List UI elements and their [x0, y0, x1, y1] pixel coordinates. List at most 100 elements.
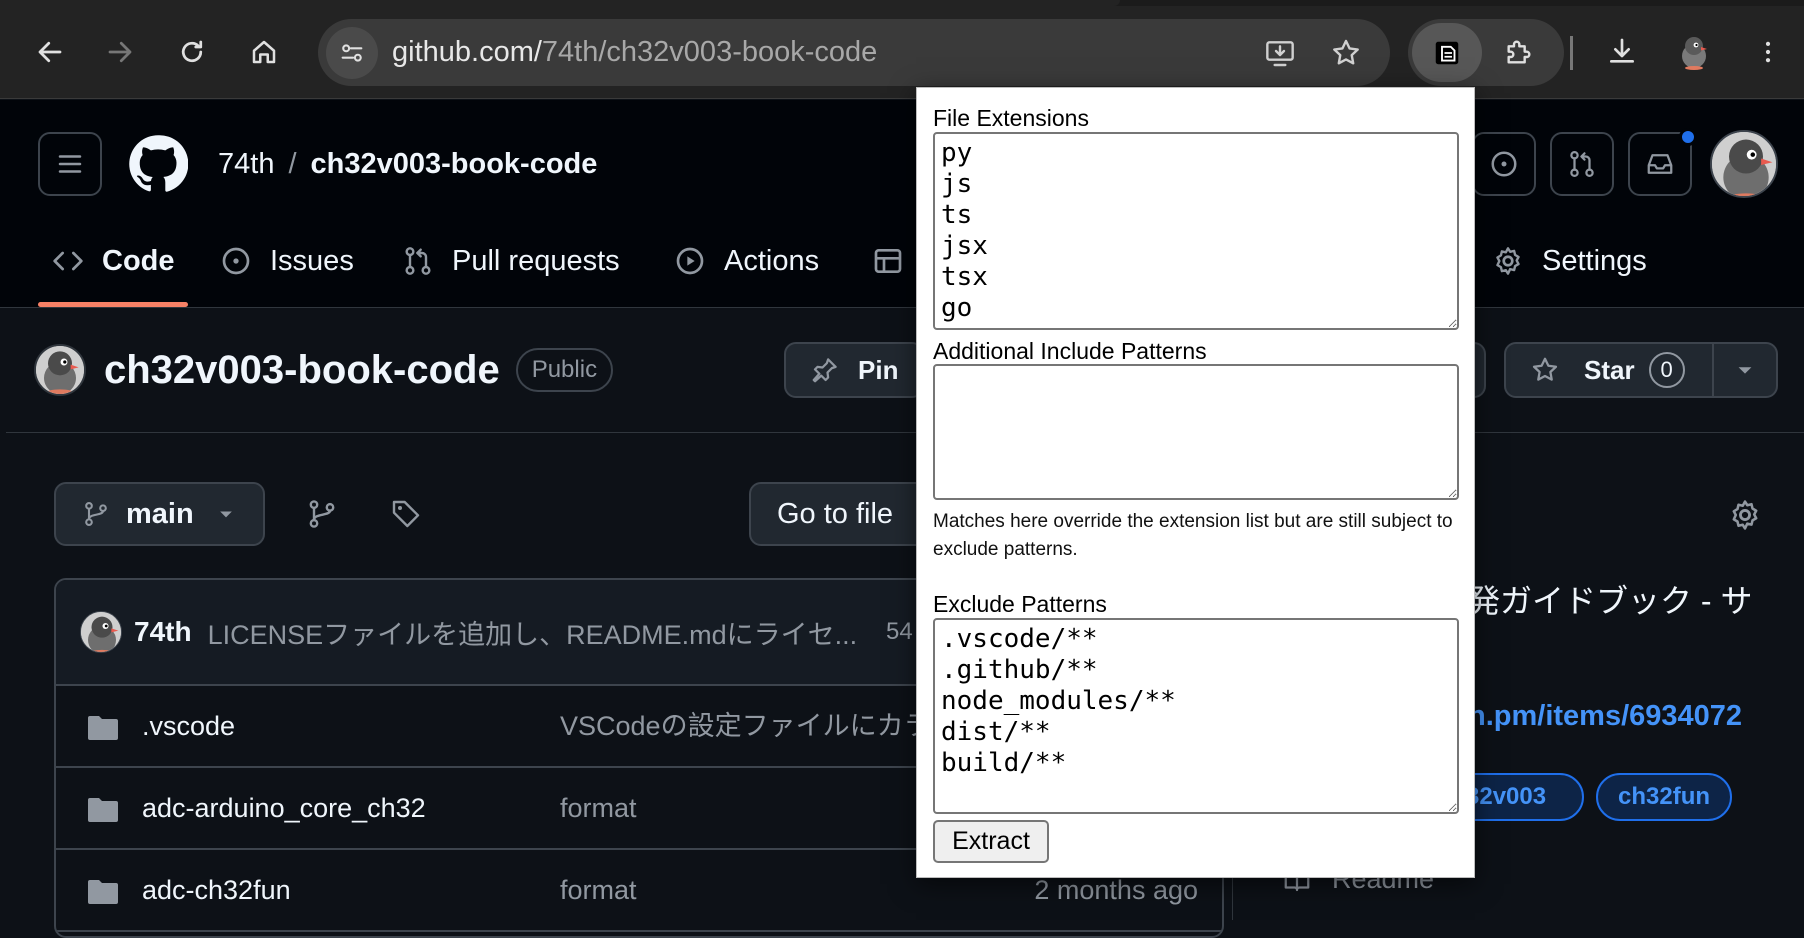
breadcrumb-repo[interactable]: ch32v003-book-code [311, 148, 598, 180]
extension-icon [1435, 41, 1459, 64]
file-extensions-label: File Extensions [933, 105, 1089, 131]
caret-down-icon [219, 511, 232, 518]
forward-button[interactable] [92, 24, 148, 80]
tab-issues-label: Issues [270, 244, 354, 277]
url-path: 74th/ch32v003-book-code [541, 36, 878, 68]
breadcrumb-owner[interactable]: 74th [218, 148, 274, 180]
tab-issues[interactable]: Issues [220, 240, 354, 282]
branch-name: main [126, 497, 194, 530]
hamburger-menu-button[interactable] [38, 132, 102, 196]
tab-settings-label: Settings [1542, 244, 1647, 277]
pull-request-icon [405, 247, 431, 275]
avatar-bird-icon [81, 612, 121, 652]
profile-button[interactable] [1666, 24, 1722, 80]
extensions-menu-button[interactable] [1490, 25, 1546, 81]
gear-icon [1732, 500, 1758, 530]
commit-author-avatar[interactable] [80, 611, 122, 653]
tags-link[interactable] [390, 498, 422, 530]
reload-button[interactable] [164, 24, 220, 80]
topic-tag[interactable]: ch32fun [1596, 773, 1733, 821]
file-name[interactable]: adc-ch32fun [142, 850, 291, 930]
reload-icon [181, 40, 203, 63]
address-bar[interactable]: github.com/74th/ch32v003-book-code [318, 19, 1390, 86]
star-dropdown-button[interactable] [1712, 342, 1778, 398]
avatar-bird-icon [36, 346, 84, 394]
site-info-icon [341, 44, 363, 62]
active-extension-button[interactable] [1412, 23, 1482, 82]
bookmark-button[interactable] [1318, 25, 1374, 81]
more-menu-button[interactable] [1740, 24, 1796, 80]
copilot-issues-button[interactable] [1472, 132, 1536, 196]
active-tab-underline [38, 302, 188, 307]
tag-icon [392, 500, 420, 528]
tab-actions[interactable]: Actions [674, 240, 819, 282]
browser-toolbar: github.com/74th/ch32v003-book-code [0, 0, 1804, 99]
file-name[interactable]: adc-arduino_core_ch32 [142, 768, 426, 848]
extract-button[interactable]: Extract [933, 820, 1049, 863]
user-avatar[interactable] [1710, 130, 1778, 198]
url-text[interactable]: github.com/74th/ch32v003-book-code [392, 19, 877, 86]
back-icon [38, 41, 62, 63]
about-description: 発ガイドブック - サ [1468, 583, 1753, 619]
pull-request-icon [1570, 151, 1594, 177]
branch-icon [85, 501, 107, 527]
file-commit-message[interactable]: VSCodeの設定ファイルにカラ [560, 686, 931, 766]
install-app-icon [1266, 41, 1294, 67]
tab-code[interactable]: Code [52, 240, 175, 282]
visibility-badge: Public [515, 348, 614, 392]
github-logo[interactable] [128, 134, 188, 194]
commit-message[interactable]: LICENSEファイルを追加し、README.mdにライセ... [208, 613, 858, 652]
extension-popup: File Extensions Additional Include Patte… [916, 87, 1475, 878]
forward-icon [108, 41, 132, 63]
table-icon [874, 249, 902, 273]
branch-select[interactable]: main [54, 482, 265, 546]
pin-icon [812, 358, 837, 383]
commit-author[interactable]: 74th [134, 616, 192, 648]
about-website-link[interactable]: n.pm/items/6934072 [1468, 700, 1742, 733]
header-divider [6, 432, 1804, 433]
pin-label: Pin [858, 354, 899, 385]
go-to-file-button[interactable]: Go to file [749, 482, 929, 546]
issue-icon [1491, 151, 1517, 177]
extension-group [1408, 19, 1564, 86]
repo-name[interactable]: ch32v003-book-code [104, 348, 500, 393]
gear-icon [1496, 247, 1520, 275]
caret-down-icon [1738, 367, 1752, 374]
github-octocat-icon [129, 135, 188, 192]
install-app-button[interactable] [1252, 25, 1308, 81]
star-label: Star [1584, 354, 1635, 385]
pull-requests-button[interactable] [1550, 132, 1614, 196]
file-commit-message[interactable]: format [560, 850, 637, 930]
home-icon [252, 40, 276, 64]
tab-projects[interactable] [872, 240, 922, 282]
branches-link[interactable] [306, 498, 338, 530]
actions-play-icon [676, 247, 704, 275]
site-info-button[interactable] [326, 27, 378, 79]
code-icon [53, 251, 83, 271]
tab-pull-requests[interactable]: Pull requests [402, 240, 620, 282]
owner-avatar[interactable] [34, 344, 86, 396]
folder-icon [88, 716, 118, 740]
include-patterns-help: Matches here override the extension list… [933, 511, 1453, 560]
exclude-patterns-textarea[interactable] [933, 618, 1459, 814]
about-settings-button[interactable] [1728, 498, 1762, 532]
folder-icon [88, 880, 118, 904]
tab-settings[interactable]: Settings [1492, 240, 1647, 282]
file-name[interactable]: .vscode [142, 686, 235, 766]
file-commit-message[interactable]: format [560, 768, 637, 848]
breadcrumb: 74th / ch32v003-book-code [218, 148, 597, 181]
star-button[interactable]: Star 0 [1504, 342, 1714, 398]
more-menu-icon [1765, 41, 1771, 63]
file-extensions-textarea[interactable] [933, 132, 1459, 330]
include-patterns-textarea[interactable] [933, 364, 1459, 500]
profile-avatar [1682, 37, 1707, 70]
home-button[interactable] [236, 24, 292, 80]
active-tab-edge [0, 0, 1120, 6]
pin-button[interactable]: Pin [784, 342, 924, 398]
back-button[interactable] [22, 24, 78, 80]
tab-actions-label: Actions [724, 244, 820, 277]
download-button[interactable] [1594, 24, 1650, 80]
commit-hash[interactable]: 54 [886, 618, 913, 646]
branch-icon [309, 500, 335, 528]
tab-pull-requests-label: Pull requests [452, 244, 620, 277]
